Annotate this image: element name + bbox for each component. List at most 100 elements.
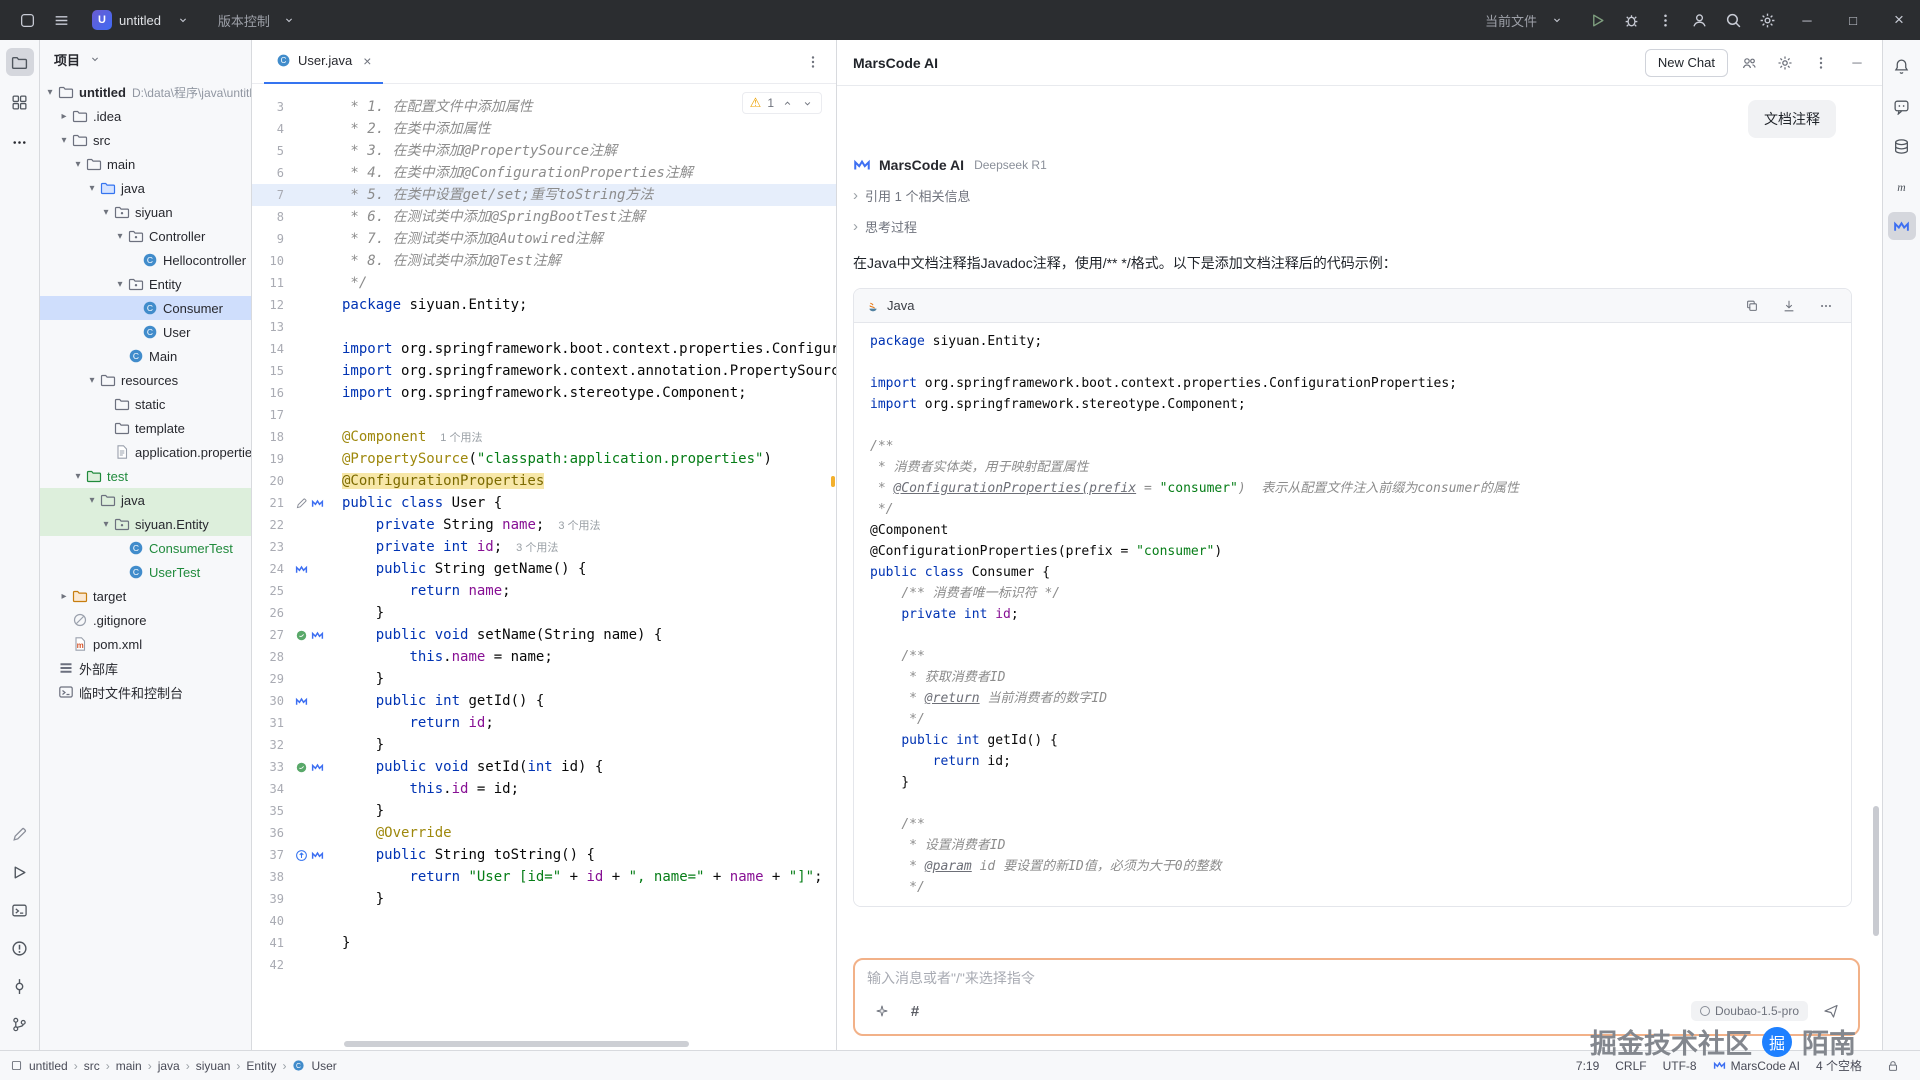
new-chat-button[interactable]: New Chat	[1645, 49, 1728, 77]
tree-item-application-properties[interactable]: application.properties	[40, 440, 251, 464]
editor-line-40[interactable]: 40	[252, 910, 836, 932]
maven-tool-button[interactable]: m	[1888, 172, 1916, 200]
close-button[interactable]: ×	[1878, 0, 1920, 40]
ai-settings-icon[interactable]	[1770, 48, 1800, 78]
chevron-down-icon[interactable]: ▾	[100, 207, 112, 218]
tree-item-gitignore[interactable]: .gitignore	[40, 608, 251, 632]
more-actions-icon[interactable]	[1650, 5, 1680, 35]
tree-item-external-libraries[interactable]: 外部库	[40, 656, 251, 680]
editor-line-31[interactable]: 31 return id;	[252, 712, 836, 734]
run-tool-button[interactable]	[6, 858, 34, 886]
editor-line-36[interactable]: 36 @Override	[252, 822, 836, 844]
chevron-down-icon[interactable]: ▾	[72, 159, 84, 170]
ai-agents-icon[interactable]	[1734, 48, 1764, 78]
editor-line-29[interactable]: 29 }	[252, 668, 836, 690]
terminal-tool-button[interactable]	[6, 896, 34, 924]
model-selector[interactable]: Doubao-1.5-pro	[1691, 1001, 1808, 1021]
structure-tool-button[interactable]	[6, 88, 34, 116]
editor-line-41[interactable]: 41}	[252, 932, 836, 954]
editor-line-27[interactable]: 27 public void setName(String name) {	[252, 624, 836, 646]
chevron-down-icon[interactable]: ▾	[72, 471, 84, 482]
ai-minimize-icon[interactable]: ─	[1842, 48, 1872, 78]
editor-line-16[interactable]: 16import org.springframework.stereotype.…	[252, 382, 836, 404]
breadcrumb-item-untitled[interactable]: untitled	[29, 1059, 68, 1073]
lock-icon[interactable]	[1878, 1051, 1908, 1081]
vcs-widget[interactable]: 版本控制	[210, 5, 312, 35]
account-icon[interactable]	[1684, 5, 1714, 35]
project-widget[interactable]: U untitled	[84, 2, 206, 38]
insert-code-icon[interactable]	[1774, 291, 1804, 321]
tree-item-untitled[interactable]: ▾untitledD:\data\程序\java\untitled	[40, 80, 251, 104]
editor-line-13[interactable]: 13	[252, 316, 836, 338]
skills-icon[interactable]	[867, 996, 897, 1026]
editor-line-6[interactable]: 6 * 4. 在类中添加@ConfigurationProperties注解	[252, 162, 836, 184]
chevron-down-icon[interactable]: ▾	[100, 519, 112, 530]
editor-line-8[interactable]: 8 * 6. 在测试类中添加@SpringBootTest注解	[252, 206, 836, 228]
debug-button[interactable]	[1616, 5, 1646, 35]
tree-item-java[interactable]: ▾java	[40, 176, 251, 200]
ai-assistant-tool-button[interactable]	[1888, 92, 1916, 120]
tab-options-icon[interactable]	[798, 47, 828, 77]
breadcrumb-item-src[interactable]: src	[84, 1059, 100, 1073]
next-problem-icon[interactable]	[800, 96, 814, 110]
editor-line-12[interactable]: 12package siyuan.Entity;	[252, 294, 836, 316]
ai-scrollbar[interactable]	[1873, 806, 1879, 936]
copy-code-icon[interactable]	[1737, 291, 1767, 321]
chevron-right-icon[interactable]: ▸	[58, 111, 70, 122]
references-toggle[interactable]: › 引用 1 个相关信息	[853, 186, 1860, 205]
editor-line-11[interactable]: 11 */	[252, 272, 836, 294]
tree-item-test[interactable]: ▾test	[40, 464, 251, 488]
project-tool-button[interactable]	[6, 48, 34, 76]
problems-tool-button[interactable]	[6, 934, 34, 962]
editor-line-7[interactable]: 7 * 5. 在类中设置get/set;重写toString方法	[252, 184, 836, 206]
chevron-down-icon[interactable]: ▾	[58, 135, 70, 146]
editor-line-17[interactable]: 17	[252, 404, 836, 426]
editor-line-10[interactable]: 10 * 8. 在测试类中添加@Test注解	[252, 250, 836, 272]
editor-line-35[interactable]: 35 }	[252, 800, 836, 822]
chevron-down-icon[interactable]: ▾	[86, 375, 98, 386]
editor-line-30[interactable]: 30 public int getId() {	[252, 690, 836, 712]
tree-item-main-class[interactable]: CMain	[40, 344, 251, 368]
tree-item-entity[interactable]: ▾Entity	[40, 272, 251, 296]
editor-line-26[interactable]: 26 }	[252, 602, 836, 624]
search-icon[interactable]	[1718, 5, 1748, 35]
chevron-down-icon[interactable]: ▾	[86, 183, 98, 194]
window-icon[interactable]	[12, 5, 42, 35]
inspections-widget[interactable]: ⚠ 1	[742, 92, 822, 114]
editor-line-22[interactable]: 22 private String name;3 个用法	[252, 514, 836, 536]
breadcrumb-item-java[interactable]: java	[158, 1059, 180, 1073]
breadcrumb-item-user[interactable]: User	[311, 1059, 336, 1073]
tree-item-idea[interactable]: ▸.idea	[40, 104, 251, 128]
settings-icon[interactable]	[1752, 5, 1782, 35]
more-tools-button[interactable]	[6, 128, 34, 156]
marscode-tool-button[interactable]	[1888, 212, 1916, 240]
tree-item-scratches-consoles[interactable]: 临时文件和控制台	[40, 680, 251, 704]
scratches-tool-button[interactable]	[6, 820, 34, 848]
context-hash-icon[interactable]: #	[905, 1003, 925, 1020]
tree-item-static[interactable]: static	[40, 392, 251, 416]
editor-line-37[interactable]: 37 public String toString() {	[252, 844, 836, 866]
editor-line-18[interactable]: 18@Component1 个用法	[252, 426, 836, 448]
editor-line-9[interactable]: 9 * 7. 在测试类中添加@Autowired注解	[252, 228, 836, 250]
chevron-down-icon[interactable]: ▾	[114, 279, 126, 290]
editor-line-42[interactable]: 42	[252, 954, 836, 976]
editor-line-21[interactable]: 21public class User {	[252, 492, 836, 514]
notifications-button[interactable]	[1888, 52, 1916, 80]
tree-item-resources[interactable]: ▾resources	[40, 368, 251, 392]
tree-item-controller[interactable]: ▾Controller	[40, 224, 251, 248]
tree-item-template[interactable]: template	[40, 416, 251, 440]
version-control-tool-button[interactable]	[6, 1010, 34, 1038]
tree-item-target[interactable]: ▸target	[40, 584, 251, 608]
editor-line-23[interactable]: 23 private int id;3 个用法	[252, 536, 836, 558]
editor-line-25[interactable]: 25 return name;	[252, 580, 836, 602]
breadcrumb-item-entity[interactable]: Entity	[246, 1059, 276, 1073]
editor-line-39[interactable]: 39 }	[252, 888, 836, 910]
message-input[interactable]	[867, 970, 1846, 986]
editor-line-19[interactable]: 19@PropertySource("classpath:application…	[252, 448, 836, 470]
editor-body[interactable]: 3 * 1. 在配置文件中添加属性4 * 2. 在类中添加属性5 * 3. 在类…	[252, 84, 836, 1050]
chevron-down-icon[interactable]: ▾	[44, 87, 56, 98]
editor-line-24[interactable]: 24 public String getName() {	[252, 558, 836, 580]
tree-item-usertest[interactable]: CUserTest	[40, 560, 251, 584]
editor-line-38[interactable]: 38 return "User [id=" + id + ", name=" +…	[252, 866, 836, 888]
editor-line-15[interactable]: 15import org.springframework.context.ann…	[252, 360, 836, 382]
